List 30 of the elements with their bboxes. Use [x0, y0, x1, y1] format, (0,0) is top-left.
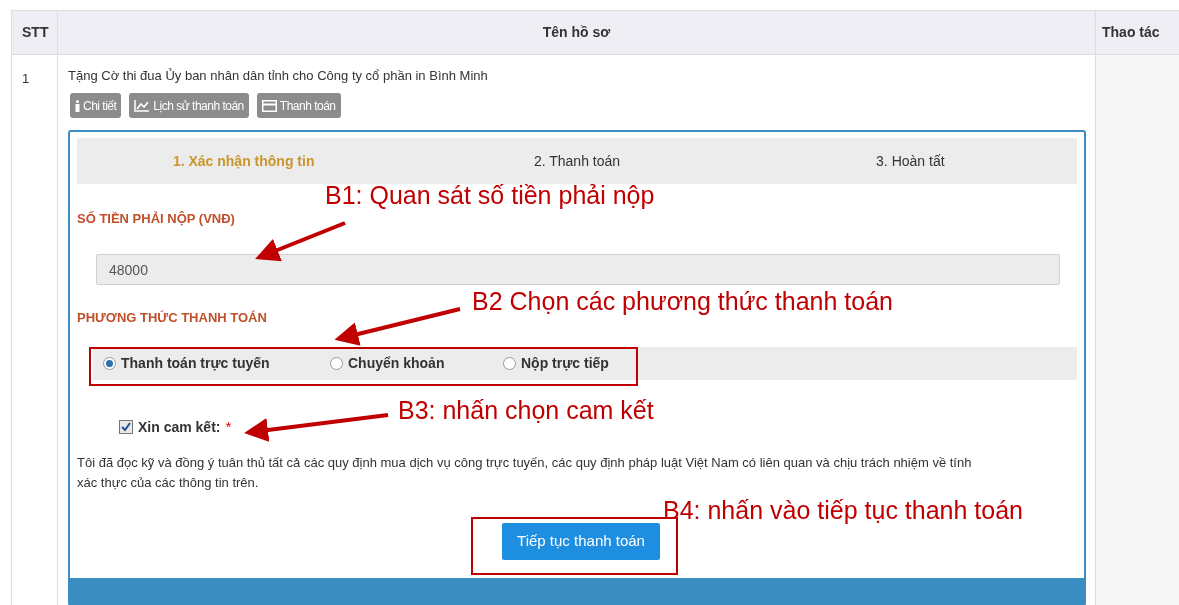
radio-button[interactable] [503, 357, 516, 370]
step-tab[interactable]: 3. Hoàn tất [743, 138, 1077, 184]
terms-text: Tôi đã đọc kỹ và đồng ý tuân thủ tất cả các quy định mua dịch vụ công trực tuyến, các quy định pháp luật Việt Nam có liên quan và chịu trách nhiệm về tính xác thực của các thông tin trên. [77, 453, 973, 492]
radio-button[interactable] [103, 357, 116, 370]
annotation-text: B3: nhấn chọn cam kết [398, 397, 654, 423]
row-number: 1 [22, 71, 30, 86]
checkbox[interactable] [119, 420, 133, 435]
amount-field[interactable]: 48000 [96, 254, 1060, 285]
action-button[interactable]: Thanh toán [256, 93, 341, 118]
column-header: STT [22, 23, 49, 42]
payment-option[interactable]: Chuyển khoản [330, 353, 503, 374]
credit-card-icon [261, 99, 277, 112]
radio-button[interactable] [330, 357, 343, 370]
action-button[interactable]: Chi tiết [70, 93, 122, 118]
info-icon [75, 99, 80, 112]
column-header: Thao tác [1102, 23, 1160, 42]
commit-label: Xin cam kết: [138, 417, 221, 437]
line-chart-icon [134, 99, 151, 112]
column-header: Tên hồ sơ [542, 23, 611, 42]
amount-label: SỐ TIỀN PHẢI NỘP (VNĐ) [77, 210, 235, 228]
payment-option[interactable]: Nộp trực tiếp [503, 353, 653, 374]
record-title: Tặng Cờ thi đua Ủy ban nhân dân tỉnh cho Công ty cổ phần in Bình Minh [68, 67, 489, 85]
step-tab[interactable]: 2. Thanh toán [410, 138, 744, 184]
annotation-text: B2 Chọn các phương thức thanh toán [472, 288, 893, 314]
required-mark: * [225, 417, 232, 437]
continue-payment-button[interactable]: Tiếp tục thanh toán [502, 522, 660, 560]
payment-method-label: PHƯƠNG THỨC THANH TOÁN [77, 309, 267, 327]
annotation-text: B1: Quan sát số tiền phải nộp [325, 182, 655, 208]
action-button[interactable]: Lịch sử thanh toán [129, 93, 249, 118]
payment-option[interactable]: Thanh toán trực tuyến [103, 353, 330, 374]
